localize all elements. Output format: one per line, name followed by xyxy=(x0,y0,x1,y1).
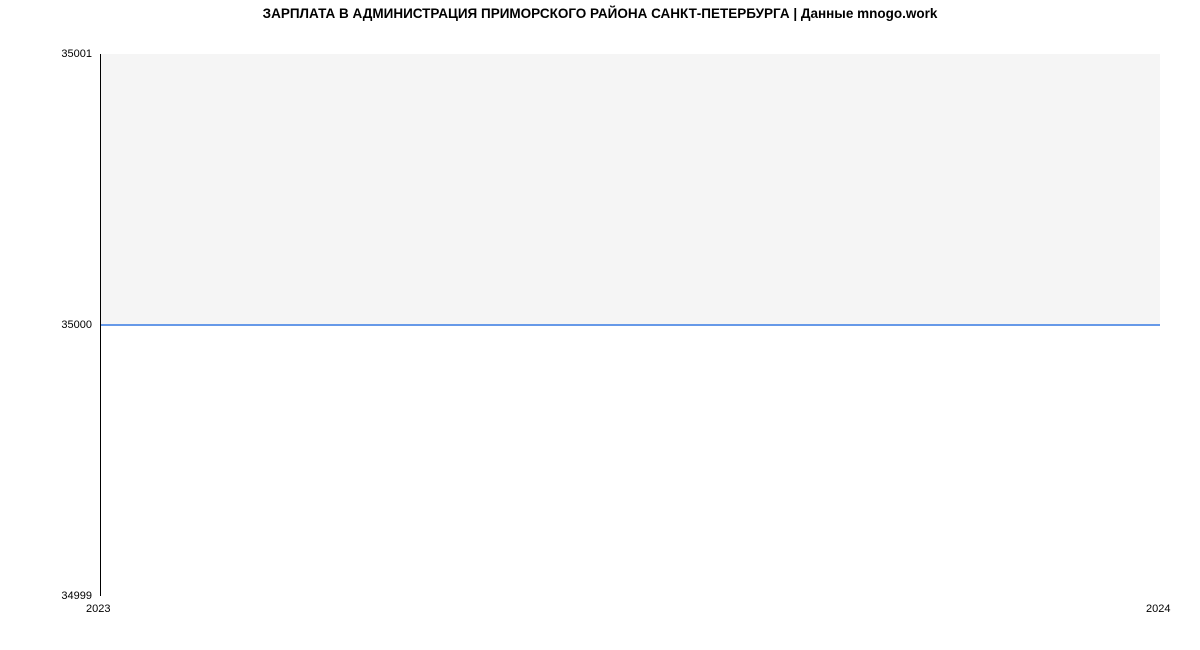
series-line xyxy=(101,324,1160,326)
ytick-bot: 34999 xyxy=(2,591,92,602)
xtick-right: 2024 xyxy=(1146,604,1170,615)
ytick-mid: 35000 xyxy=(2,320,92,331)
series-area-fill xyxy=(101,326,1160,596)
plot-area xyxy=(100,54,1160,596)
ytick-top: 35001 xyxy=(2,49,92,60)
chart-title: ЗАРПЛАТА В АДМИНИСТРАЦИЯ ПРИМОРСКОГО РАЙ… xyxy=(0,6,1200,21)
xtick-left: 2023 xyxy=(86,604,110,615)
